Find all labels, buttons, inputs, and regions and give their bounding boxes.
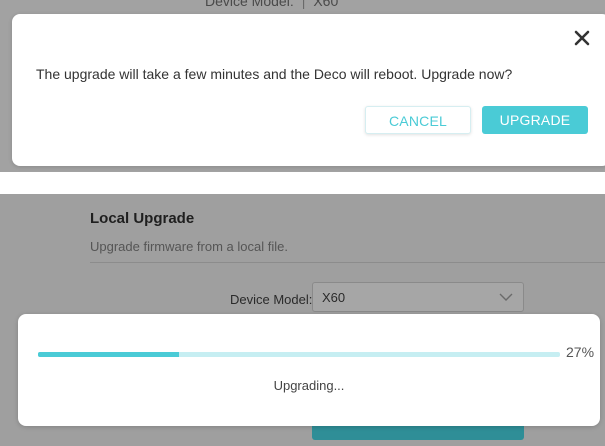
device-model-value: X60 — [322, 290, 346, 305]
device-model-select[interactable]: X60 — [312, 282, 524, 312]
upgrade-progress-card: 27% Upgrading... — [18, 314, 600, 426]
section-divider — [90, 262, 605, 263]
background-device-model-label: Device Model: — [205, 0, 294, 9]
upgrade-button[interactable]: UPGRADE — [482, 106, 588, 134]
confirm-upgrade-dialog: The upgrade will take a few minutes and … — [12, 14, 605, 166]
close-button[interactable] — [572, 28, 592, 48]
device-model-label: Device Model: — [230, 292, 313, 307]
close-icon — [574, 30, 590, 46]
dialog-message: The upgrade will take a few minutes and … — [36, 66, 513, 82]
progress-track — [38, 352, 560, 357]
cancel-button[interactable]: CANCEL — [365, 106, 471, 134]
progress-overlay: Local Upgrade Upgrade firmware from a lo… — [0, 194, 605, 446]
section-subtitle: Upgrade firmware from a local file. — [90, 239, 288, 254]
background-device-model-row: Device Model: | X60 — [205, 0, 338, 9]
chevron-down-icon — [499, 292, 513, 302]
background-device-model-value: X60 — [313, 0, 339, 9]
progress-percent: 27% — [566, 344, 595, 360]
separator: | — [301, 0, 306, 9]
progress-fill — [38, 352, 179, 357]
progress-status: Upgrading... — [273, 378, 345, 393]
confirm-overlay: Device Model: | X60 The upgrade will take … — [0, 0, 605, 172]
section-title: Local Upgrade — [90, 210, 195, 227]
